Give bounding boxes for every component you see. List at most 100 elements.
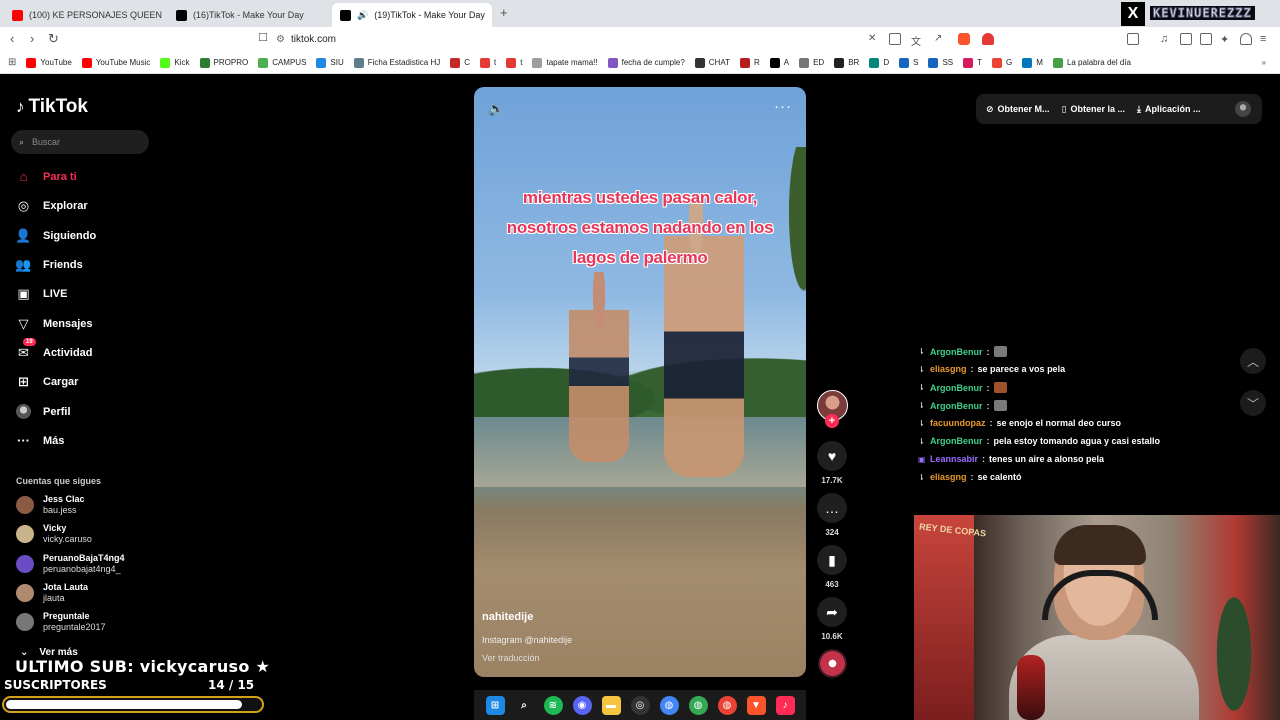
bookmark-item[interactable]: fecha de cumple? [607,57,685,68]
mute-icon[interactable]: ✕ [868,33,880,45]
chat-username[interactable]: ArgonBenur [930,383,983,393]
bookmark-item[interactable]: Kick [160,57,190,68]
brave-shield-icon[interactable] [958,33,970,45]
tiktok-logo[interactable]: ♪ TikTok [16,96,88,118]
windows-start-icon[interactable]: ⊞ [485,695,505,715]
music-disc-icon[interactable] [818,649,847,678]
video-player[interactable]: mientras ustedes pasan calor, nosotros e… [474,87,806,677]
chat-username[interactable]: ArgonBenur [930,401,983,411]
followed-account[interactable]: Jess Clac bau.jess [16,494,85,516]
sidebar-item-live[interactable]: ▣ LIVE [16,286,67,301]
sidebar-item-explorar[interactable]: ◎ Explorar [16,198,88,213]
chat-username[interactable]: Leannsabir [930,454,978,464]
user-avatar[interactable] [1235,101,1251,117]
sidebar-item-mas[interactable]: ··· Más [16,433,64,448]
comment-action[interactable]: … 324 [817,493,847,537]
chat-username[interactable]: eliasgng [930,364,967,374]
chat-username[interactable]: ArgonBenur [930,436,983,446]
brave-icon[interactable]: ▼ [746,695,766,715]
apps-grid-icon[interactable]: ⊞ [8,57,16,68]
bookmark-item[interactable]: SS [928,57,953,68]
bookmark-item[interactable]: Ficha Estadistica HJ [353,57,440,68]
bookmark-item[interactable]: SIU [316,57,344,68]
like-action[interactable]: ♥ 17.7K [817,441,847,485]
previous-video-button[interactable]: ︿ [1240,348,1266,374]
bookmark-item[interactable]: YouTube Music [81,57,150,68]
bookmark-item[interactable]: CAMPUS [258,57,306,68]
more-options-icon[interactable]: ··· [774,98,792,115]
translate-link[interactable]: Ver traducción [482,653,540,663]
ai-icon[interactable]: ✦ [1220,33,1232,46]
share-action[interactable]: ➦ 10.6K [817,597,847,641]
sidebar-toggle-icon[interactable] [1127,33,1139,45]
desktop-app-button[interactable]: ⤓ Aplicación ... [1137,104,1201,115]
tiktok-app-icon[interactable]: ♪ [775,695,795,715]
brave-rewards-icon[interactable] [982,33,994,45]
audio-icon[interactable]: 🔊 [357,10,368,21]
bookmark-item[interactable]: A [769,57,789,68]
file-explorer-icon[interactable]: ▬ [601,695,621,715]
bookmark-item[interactable]: T [963,57,982,68]
tab-tiktok-1[interactable]: (16)TikTok - Make Your Day [168,3,328,27]
cast-icon[interactable] [889,33,901,45]
reading-list-icon[interactable] [1180,33,1192,45]
bookmark-item[interactable]: YouTube [26,57,72,68]
bookmark-action[interactable]: ▮ 463 [817,545,847,589]
bookmark-item[interactable]: M [1022,57,1043,68]
chat-username[interactable]: ArgonBenur [930,347,983,357]
bookmark-item[interactable]: PROPRO [199,57,248,68]
discord-icon[interactable]: ◉ [572,695,592,715]
bookmark-icon[interactable]: ▮ [817,545,847,575]
sidebar-item-actividad[interactable]: ✉ Actividad 19 [16,338,93,360]
bookmark-item[interactable]: ED [799,57,824,68]
back-icon[interactable]: ‹ [10,31,14,46]
video-author[interactable]: nahitedije [482,611,533,623]
followed-account[interactable]: Preguntale preguntale2017 [16,611,106,633]
sidebar-item-perfil[interactable]: ● Perfil [16,404,71,419]
sidebar-item-siguiendo[interactable]: 👤 Siguiendo [15,228,96,243]
chat-username[interactable]: facuundopaz [930,418,986,428]
next-video-button[interactable]: ﹀ [1240,390,1266,416]
bookmark-item[interactable]: BR [834,57,859,68]
bookmark-item[interactable]: G [992,57,1012,68]
share-page-icon[interactable]: ↗ [934,33,946,45]
taskbar-search-icon[interactable]: ⌕ [515,696,534,715]
sidebar-item-friends[interactable]: 👥 Friends [15,257,82,272]
bookmark-item[interactable]: S [899,57,918,68]
chat-username[interactable]: eliasgng [930,472,967,482]
get-coins-button[interactable]: ⊘ Obtener M... [986,104,1050,115]
bookmark-page-icon[interactable]: ☐ [258,31,268,44]
tab-youtube[interactable]: (100) KE PERSONAJES QUEEN - YouTube [4,3,164,27]
sidebar-item-para-ti[interactable]: ⌂ Para ti [16,169,77,184]
bookmark-item[interactable]: t [506,57,522,68]
forward-icon[interactable]: › [30,31,34,46]
bookmark-item[interactable]: D [869,57,889,68]
followed-account[interactable]: Jota Lauta jlauta [16,582,88,604]
chrome-profile-2-icon[interactable]: ◍ [717,695,737,715]
sidebar-item-mensajes[interactable]: ▽ Mensajes [16,316,93,331]
volume-icon[interactable]: 🔈 [488,101,504,117]
translate-icon[interactable]: 文 [911,33,923,48]
tab-tiktok-active[interactable]: 🔊 (19)TikTok - Make Your Day ✕ [332,3,492,27]
site-info-icon[interactable]: ⚙ [276,34,285,45]
bookmark-item[interactable]: C [450,57,470,68]
sidebar-item-cargar[interactable]: ⊞ Cargar [16,374,78,389]
followed-account[interactable]: PeruanoBajaT4ng4 peruanobajat4ng4_ [16,553,125,575]
reload-icon[interactable]: ↻ [48,31,59,47]
new-tab-button[interactable]: + [500,5,508,20]
obs-icon[interactable]: ◎ [630,695,650,715]
bookmark-item[interactable]: tapate mama!! [532,57,598,68]
get-app-button[interactable]: ▯ Obtener la ... [1062,104,1125,115]
bookmark-item[interactable]: R [739,57,760,68]
address-bar[interactable]: ⚙ tiktok.com [276,30,856,49]
vpn-shield-icon[interactable] [1240,33,1252,45]
close-tab-icon[interactable]: ✕ [491,9,492,22]
followed-account[interactable]: Vicky vicky.caruso [16,523,92,545]
chrome-profile-icon[interactable]: ◍ [688,695,708,715]
media-icon[interactable]: ♫ [1160,33,1172,45]
bookmarks-overflow-icon[interactable]: » [1262,58,1266,67]
bookmark-item[interactable]: La palabra del día [1052,57,1131,68]
chrome-icon[interactable]: ◍ [659,695,679,715]
share-icon[interactable]: ➦ [817,597,847,627]
wallet-icon[interactable] [1200,33,1212,45]
